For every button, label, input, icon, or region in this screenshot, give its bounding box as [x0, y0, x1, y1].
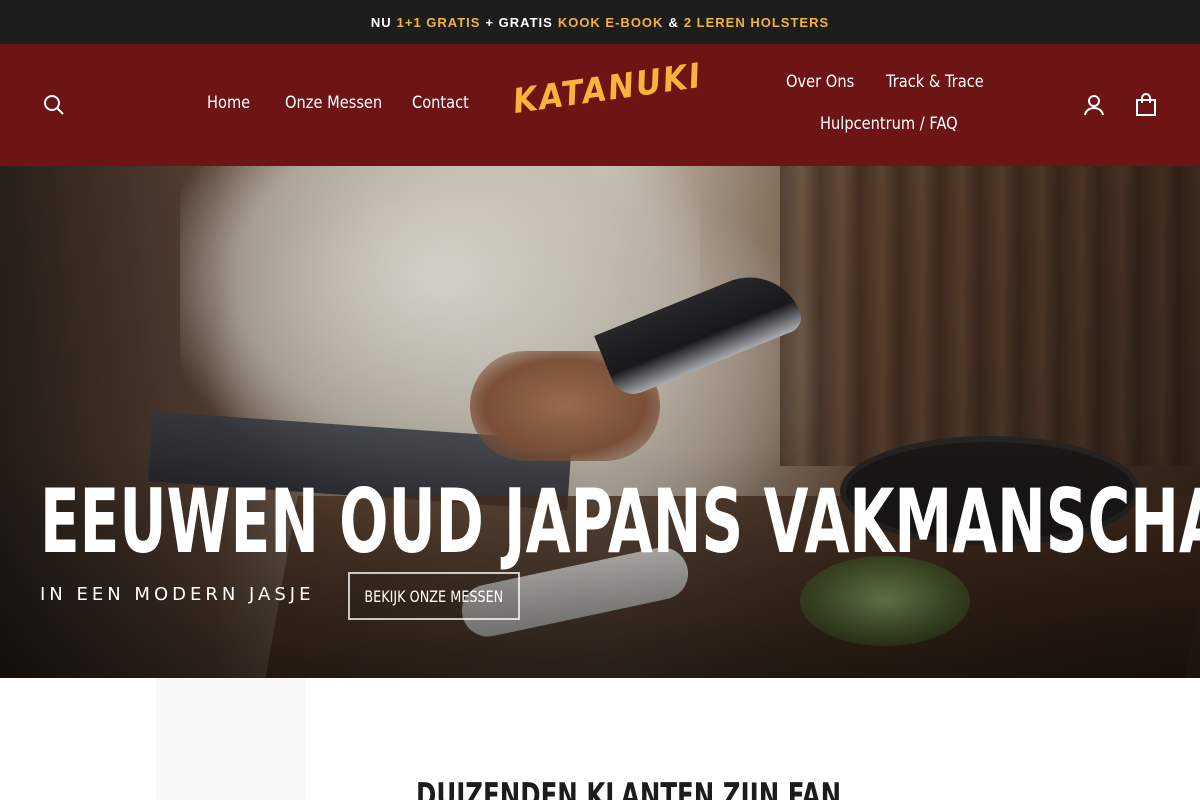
nav-link-track-trace[interactable]: Track & Trace: [886, 72, 984, 92]
announcement-text-1: NU: [370, 14, 392, 30]
announcement-text-3: &: [668, 14, 679, 30]
hero-cta-button[interactable]: BEKIJK ONZE MESSEN: [348, 572, 520, 620]
account-icon[interactable]: [1080, 91, 1108, 119]
nav-link-home[interactable]: Home: [207, 93, 250, 113]
nav-link-over-ons[interactable]: Over Ons: [786, 72, 854, 92]
announcement-ebook: KOOK E-BOOK: [557, 14, 664, 30]
reviews-section: DUIZENDEN KLANTEN ZIJN FAN: [0, 678, 1200, 800]
nav-link-onze-messen[interactable]: Onze Messen: [285, 93, 382, 113]
site-header: Home Onze Messen Contact KATANUKI Over O…: [0, 44, 1200, 166]
nav-link-hulpcentrum[interactable]: Hulpcentrum / FAQ: [820, 114, 958, 134]
site-logo[interactable]: KATANUKI: [510, 56, 704, 132]
search-icon[interactable]: [40, 91, 68, 119]
section-image: [156, 678, 306, 800]
section-title: DUIZENDEN KLANTEN ZIJN FAN: [416, 776, 842, 800]
hero-cta-label: BEKIJK ONZE MESSEN: [364, 586, 504, 606]
hero-title: EEUWEN OUD JAPANS VAKMANSCHAP: [40, 470, 1200, 573]
hero-banner: EEUWEN OUD JAPANS VAKMANSCHAP IN EEN MOD…: [0, 166, 1200, 678]
announcement-text-2: + GRATIS: [485, 14, 553, 30]
announcement-holsters: 2 LEREN HOLSTERS: [683, 14, 830, 30]
cart-icon[interactable]: [1132, 91, 1160, 119]
hero-subtitle: IN EEN MODERN JASJE: [40, 584, 315, 605]
nav-link-contact[interactable]: Contact: [412, 93, 469, 113]
announcement-offer: 1+1 GRATIS: [396, 14, 481, 30]
announcement-bar: NU 1+1 GRATIS + GRATIS KOOK E-BOOK & 2 L…: [0, 0, 1200, 44]
logo-wordmark: KATANUKI: [510, 55, 705, 122]
